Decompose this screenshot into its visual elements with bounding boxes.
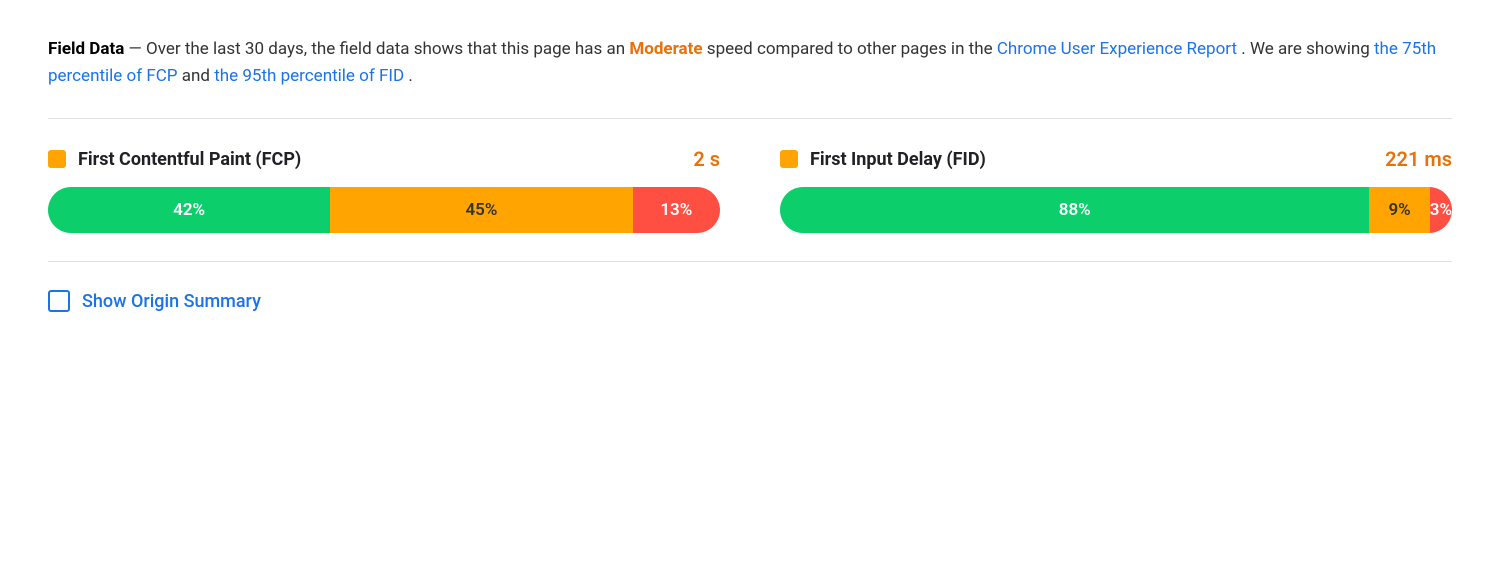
fcp-bar-good: 42% [48, 187, 330, 233]
period: . [408, 66, 412, 86]
fcp-bar: 42% 45% 13% [48, 187, 720, 233]
description-middle: speed compared to other pages in the [707, 39, 997, 59]
fid-title: First Input Delay (FID) [810, 149, 1385, 170]
fcp-color-indicator [48, 150, 66, 168]
description-before: — Over the last 30 days, the field data … [129, 39, 630, 59]
fid-metric-block: First Input Delay (FID) 221 ms 88% 9% 3% [780, 147, 1452, 233]
show-origin-checkbox[interactable] [48, 290, 70, 312]
fid-bar-poor: 3% [1430, 187, 1452, 233]
fid-bar-moderate: 9% [1369, 187, 1429, 233]
fid-bar: 88% 9% 3% [780, 187, 1452, 233]
and-text: and [182, 66, 214, 86]
field-data-description: Field Data — Over the last 30 days, the … [48, 36, 1452, 90]
main-card: Field Data — Over the last 30 days, the … [0, 0, 1500, 565]
fcp-value: 2 s [693, 147, 720, 171]
fid-bar-good-label: 88% [1059, 200, 1091, 220]
top-divider [48, 118, 1452, 119]
fid-color-indicator [780, 150, 798, 168]
fcp-bar-moderate-label: 45% [465, 200, 497, 220]
fcp-metric-block: First Contentful Paint (FCP) 2 s 42% 45%… [48, 147, 720, 233]
show-origin-checkbox-label[interactable]: Show Origin Summary [48, 290, 1452, 312]
fcp-bar-poor: 13% [633, 187, 720, 233]
fcp-header: First Contentful Paint (FCP) 2 s [48, 147, 720, 171]
fid-bar-poor-label: 3% [1430, 200, 1452, 220]
percentile-fid-link[interactable]: the 95th percentile of FID [214, 66, 404, 86]
moderate-label: Moderate [629, 39, 702, 59]
fcp-bar-moderate: 45% [330, 187, 632, 233]
fid-bar-good: 88% [780, 187, 1369, 233]
fcp-bar-poor-label: 13% [660, 200, 692, 220]
bottom-divider [48, 261, 1452, 262]
fid-value: 221 ms [1385, 147, 1452, 171]
show-origin-label: Show Origin Summary [82, 291, 261, 312]
fid-bar-moderate-label: 9% [1388, 200, 1410, 220]
metrics-row: First Contentful Paint (FCP) 2 s 42% 45%… [48, 147, 1452, 233]
fcp-title: First Contentful Paint (FCP) [78, 149, 693, 170]
description-after: . We are showing [1241, 39, 1374, 59]
fcp-bar-good-label: 42% [173, 200, 205, 220]
field-data-label: Field Data [48, 39, 124, 59]
fid-header: First Input Delay (FID) 221 ms [780, 147, 1452, 171]
chrome-report-link[interactable]: Chrome User Experience Report [997, 39, 1237, 59]
